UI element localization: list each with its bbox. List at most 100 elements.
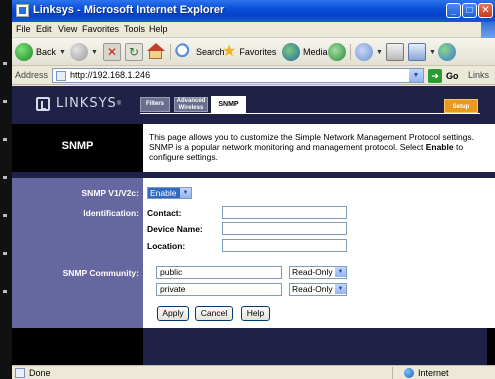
title-bar[interactable]: Linksys - Microsoft Internet Explorer _ … [12, 0, 495, 22]
chevron-down-icon[interactable]: ▼ [429, 49, 436, 56]
address-url[interactable]: http://192.168.1.246 [70, 70, 150, 80]
status-separator [392, 367, 393, 379]
apply-button[interactable]: Apply [157, 306, 189, 321]
background-text-fragment [3, 176, 7, 179]
background-text-fragment [3, 290, 7, 293]
mail-icon [355, 43, 373, 61]
tab-underline [140, 113, 480, 114]
stop-button[interactable]: ✕ [103, 42, 121, 62]
setup-button[interactable]: Setup [444, 99, 478, 113]
media-icon [282, 43, 300, 61]
go-button[interactable]: ➜ Go [428, 68, 459, 83]
media-button[interactable]: Media [282, 42, 328, 62]
background-text-fragment [3, 214, 7, 217]
security-zone: Internet [418, 368, 449, 378]
mail-button[interactable]: ▼ [355, 42, 383, 62]
footer-right-edge [487, 328, 495, 365]
menu-file[interactable]: File [16, 24, 31, 34]
brand-name: LINKSYS [56, 96, 117, 111]
favorites-button[interactable]: ★ Favorites [222, 42, 276, 62]
toolbar: Back ▼ ▼ ✕ ↻ Search ★ Favorites Media ▼ … [12, 38, 495, 66]
links-button[interactable]: Links [468, 70, 489, 80]
community-public-access-select[interactable]: Read-Only ▼ [289, 266, 347, 279]
address-input[interactable]: http://192.168.1.246 ▼ [52, 68, 424, 83]
community-private-access: Read-Only [292, 284, 333, 294]
back-button[interactable]: Back ▼ [15, 42, 66, 62]
community-private-input[interactable]: private [156, 283, 282, 296]
menu-edit[interactable]: Edit [36, 24, 52, 34]
section-title: SNMP [61, 140, 94, 152]
search-icon [175, 43, 193, 61]
print-button[interactable] [386, 42, 404, 62]
refresh-icon: ↻ [125, 43, 143, 61]
chevron-down-icon[interactable]: ▼ [59, 49, 66, 56]
chevron-down-icon[interactable]: ▼ [409, 69, 423, 82]
menu-tools[interactable]: Tools [124, 24, 145, 34]
status-text: Done [29, 368, 51, 378]
address-bar: Address http://192.168.1.246 ▼ ➜ Go Link… [12, 66, 495, 85]
ie-window-icon[interactable] [16, 4, 29, 17]
edit-button[interactable]: ▼ [408, 42, 436, 62]
linksys-logo-icon [36, 96, 50, 111]
contact-label: Contact: [147, 208, 182, 218]
community-private-access-select[interactable]: Read-Only ▼ [289, 283, 347, 296]
back-label: Back [36, 47, 57, 57]
background-text-fragment [3, 62, 7, 65]
status-bar: Done Internet [12, 365, 495, 379]
go-label: Go [446, 70, 459, 81]
linksys-logo: LINKSYS ® [36, 96, 121, 111]
snmp-form: SNMP V1/V2c: Identification: SNMP Commun… [12, 178, 495, 328]
browser-window: Linksys - Microsoft Internet Explorer _ … [12, 0, 495, 379]
history-button[interactable] [328, 42, 346, 62]
section-title-panel: SNMP [12, 124, 143, 172]
snmp-version-value: Enable [150, 188, 177, 198]
intro-text: This page allows you to customize the Si… [149, 132, 487, 162]
contact-input[interactable] [222, 206, 347, 219]
internet-zone-icon [404, 368, 414, 378]
chevron-down-icon[interactable]: ▼ [376, 49, 383, 56]
minimize-button[interactable]: _ [446, 3, 461, 18]
device-name-input[interactable] [222, 222, 347, 235]
identification-label: Identification: [83, 208, 139, 218]
snmp-version-label: SNMP V1/V2c: [81, 188, 139, 198]
favorites-label: Favorites [239, 47, 277, 57]
tab-advanced-wireless[interactable]: Advanced Wireless [174, 97, 208, 112]
toolbar-separator [350, 44, 351, 60]
chevron-down-icon[interactable]: ▼ [180, 188, 191, 198]
search-label: Search [196, 47, 225, 57]
stop-icon: ✕ [103, 43, 121, 61]
menu-view[interactable]: View [58, 24, 77, 34]
close-button[interactable]: ✕ [478, 3, 493, 18]
location-input[interactable] [222, 239, 347, 252]
registered-mark: ® [116, 100, 122, 107]
messenger-button[interactable] [438, 42, 456, 62]
menu-help[interactable]: Help [149, 24, 168, 34]
router-header: LINKSYS ® Filters Advanced Wireless SNMP… [12, 86, 495, 124]
chevron-down-icon[interactable]: ▼ [335, 284, 346, 294]
menu-favorites[interactable]: Favorites [82, 24, 119, 34]
maximize-button[interactable]: □ [462, 3, 477, 18]
chevron-down-icon[interactable]: ▼ [335, 267, 346, 277]
tab-snmp[interactable]: SNMP [211, 96, 246, 113]
home-icon [147, 43, 165, 61]
page-icon [56, 71, 66, 81]
help-button[interactable]: Help [241, 306, 270, 321]
tab-filters[interactable]: Filters [140, 97, 170, 112]
home-button[interactable] [147, 42, 165, 62]
forward-arrow-icon [70, 43, 88, 61]
refresh-button[interactable]: ↻ [125, 42, 143, 62]
address-label: Address [15, 70, 49, 80]
go-arrow-icon: ➜ [428, 68, 442, 83]
back-arrow-icon [15, 43, 33, 61]
community-public-input[interactable]: public [156, 266, 282, 279]
snmp-version-select[interactable]: Enable ▼ [147, 187, 192, 199]
chevron-down-icon[interactable]: ▼ [91, 49, 98, 56]
messenger-icon [438, 43, 456, 61]
search-button[interactable]: Search [175, 42, 225, 62]
forward-button[interactable]: ▼ [70, 42, 98, 62]
cancel-button[interactable]: Cancel [195, 306, 233, 321]
page-content: LINKSYS ® Filters Advanced Wireless SNMP… [12, 86, 495, 365]
tab-advanced-line1: Advanced [176, 98, 206, 104]
form-labels-panel: SNMP V1/V2c: Identification: SNMP Commun… [12, 178, 143, 328]
toolbar-separator [170, 44, 171, 60]
